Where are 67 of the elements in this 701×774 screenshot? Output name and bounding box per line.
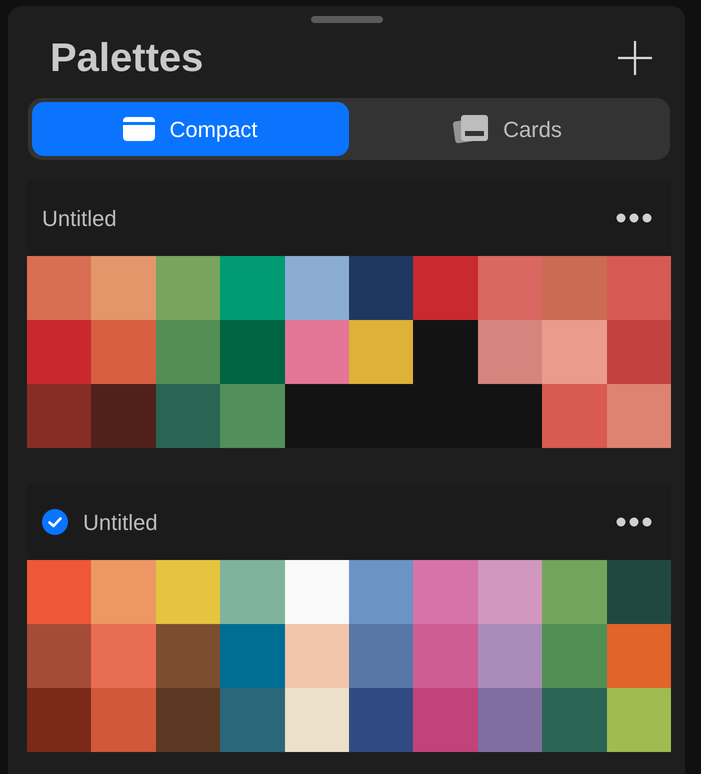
color-swatch[interactable] [220, 560, 285, 624]
color-swatch[interactable] [478, 320, 542, 384]
palette-name: Untitled [42, 204, 118, 232]
color-swatch[interactable] [542, 624, 607, 688]
color-swatch[interactable] [542, 688, 607, 752]
color-swatch[interactable] [606, 560, 671, 624]
color-swatch[interactable] [349, 624, 414, 688]
color-swatch[interactable] [220, 320, 285, 384]
color-swatch[interactable] [27, 320, 92, 384]
color-swatch[interactable] [542, 320, 607, 384]
color-swatch[interactable] [220, 384, 285, 448]
color-swatch[interactable] [478, 560, 542, 624]
color-swatch[interactable] [220, 256, 285, 320]
color-swatch[interactable] [156, 320, 220, 384]
color-swatch[interactable] [284, 256, 349, 320]
color-swatch[interactable] [156, 256, 220, 320]
color-swatch[interactable] [478, 624, 542, 688]
color-swatch[interactable] [478, 256, 542, 320]
color-swatch[interactable] [542, 256, 607, 320]
color-swatch[interactable] [220, 624, 285, 688]
color-swatch[interactable] [91, 320, 156, 384]
color-swatch[interactable] [606, 384, 671, 448]
add-icon[interactable] [617, 40, 653, 76]
card-icon [123, 117, 156, 141]
checkmark-icon[interactable] [42, 509, 68, 535]
view-tab[interactable]: Cards [349, 102, 666, 156]
color-swatch[interactable] [606, 320, 671, 384]
color-swatch[interactable] [284, 624, 349, 688]
color-swatch[interactable] [349, 560, 414, 624]
color-swatch[interactable] [606, 624, 671, 688]
drag-handle[interactable] [310, 16, 382, 23]
color-swatch[interactable] [284, 320, 349, 384]
stacked-cards-icon [453, 114, 490, 144]
more-icon[interactable] [616, 517, 652, 527]
color-swatch[interactable] [542, 560, 607, 624]
color-swatch[interactable] [349, 688, 414, 752]
color-swatch[interactable] [91, 688, 156, 752]
color-swatch[interactable] [413, 688, 478, 752]
color-swatch[interactable] [27, 384, 92, 448]
color-swatch[interactable] [220, 688, 285, 752]
color-swatch[interactable] [156, 624, 220, 688]
color-swatch[interactable] [156, 384, 220, 448]
panel-title: Palettes [50, 38, 204, 78]
color-swatch[interactable] [156, 560, 220, 624]
color-swatch[interactable] [156, 688, 220, 752]
color-swatch[interactable] [478, 688, 542, 752]
color-swatch[interactable] [542, 384, 607, 448]
more-icon[interactable] [616, 213, 652, 223]
color-swatch[interactable] [91, 560, 156, 624]
color-swatch[interactable] [413, 256, 478, 320]
color-swatch[interactable] [284, 560, 349, 624]
color-swatch[interactable] [91, 624, 156, 688]
color-swatch[interactable] [27, 560, 92, 624]
color-swatch[interactable] [91, 256, 156, 320]
color-swatch[interactable] [413, 560, 478, 624]
view-tab[interactable]: Compact [32, 102, 349, 156]
color-swatch[interactable] [606, 256, 671, 320]
color-swatch[interactable] [284, 688, 349, 752]
color-swatch[interactable] [27, 688, 92, 752]
color-swatch[interactable] [349, 320, 414, 384]
color-swatch[interactable] [91, 384, 156, 448]
color-swatch[interactable] [27, 256, 92, 320]
color-swatch[interactable] [27, 624, 92, 688]
color-swatch[interactable] [349, 256, 414, 320]
color-swatch[interactable] [606, 688, 671, 752]
palette-name: Untitled [83, 508, 159, 536]
color-swatch[interactable] [413, 624, 478, 688]
